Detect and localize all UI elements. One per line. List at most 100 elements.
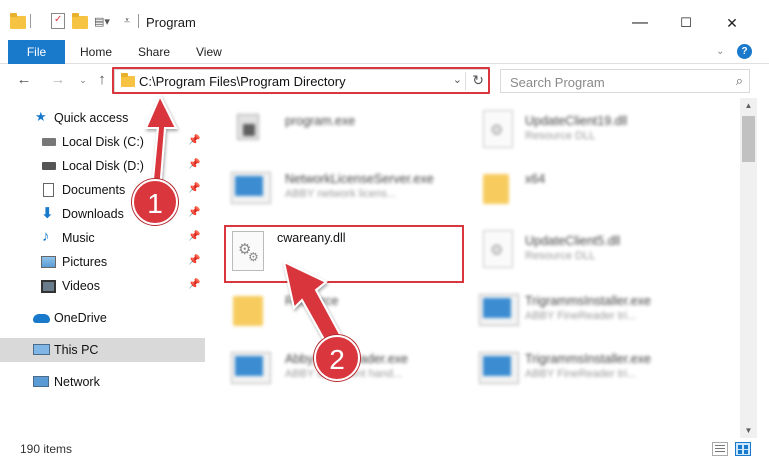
details-view-icon[interactable] (712, 442, 728, 456)
file-description: Resource DLL (525, 130, 596, 142)
tab-share[interactable]: Share (138, 40, 170, 64)
tab-home[interactable]: Home (80, 40, 112, 64)
nav-label: Pictures (62, 255, 108, 269)
file-item[interactable]: Resource (205, 282, 455, 338)
gear-icon: ⚙ (490, 242, 504, 259)
pin-icon[interactable]: 📌 (188, 279, 200, 290)
file-name: UpdateClient5.dll (525, 234, 621, 248)
nav-item-pictures[interactable]: Pictures 📌 (0, 250, 205, 274)
help-icon[interactable]: ? (737, 44, 752, 59)
exe-icon (231, 352, 271, 384)
nav-item-local-disk-d[interactable]: Local Disk (D:) 📌 (0, 154, 205, 178)
star-icon: ★ (35, 109, 47, 124)
quick-access-dropdown-icon[interactable]: ⩡ (124, 15, 130, 35)
drive-icon (42, 138, 56, 146)
vertical-scrollbar[interactable]: ▲ ▼ (740, 98, 757, 438)
nav-item-quick-access[interactable]: ★ Quick access (0, 106, 205, 130)
search-box[interactable]: Search Program ⌕ (500, 69, 750, 93)
nav-item-network[interactable]: Network (0, 370, 205, 394)
pin-icon[interactable]: 📌 (188, 183, 200, 194)
nav-label: Music (62, 231, 95, 245)
computer-icon (33, 344, 50, 355)
pin-icon[interactable]: 📌 (188, 231, 200, 242)
status-bar: 190 items (0, 438, 769, 460)
file-name: program.exe (285, 114, 356, 128)
tab-view[interactable]: View (196, 40, 222, 64)
forward-arrow-icon[interactable]: → (48, 70, 68, 90)
pin-icon[interactable]: 📌 (188, 135, 200, 146)
customize-icon[interactable]: ▤▾ (94, 15, 110, 35)
scroll-down-icon[interactable]: ▼ (740, 426, 757, 435)
pin-icon[interactable]: 📌 (188, 255, 200, 266)
file-item[interactable]: ⚙ UpdateClient5.dll Resource DLL (465, 222, 715, 278)
file-item[interactable]: x64 (465, 160, 715, 216)
file-name: x64 (525, 172, 546, 186)
file-item[interactable]: program.exe (205, 102, 455, 158)
dll-file-icon: ⚙ (483, 230, 513, 268)
drive-icon (42, 162, 56, 170)
nav-item-local-disk-c[interactable]: Local Disk (C:) 📌 (0, 130, 205, 154)
tab-file[interactable]: File (8, 40, 65, 64)
music-icon: ♪ (42, 228, 50, 245)
folder-icon (483, 174, 509, 204)
expand-ribbon-icon[interactable]: ⌄ (716, 40, 724, 64)
separator (138, 14, 139, 28)
search-icon[interactable]: ⌕ (736, 73, 743, 89)
file-name: Resource (285, 294, 339, 308)
network-icon (33, 376, 49, 387)
minimize-button[interactable]: — (617, 10, 663, 36)
nav-label: Network (54, 375, 100, 389)
file-description: Resource DLL (525, 250, 596, 262)
new-folder-icon[interactable] (72, 12, 88, 32)
nav-label: Local Disk (C:) (62, 135, 144, 149)
large-icons-view-icon[interactable] (735, 442, 751, 456)
file-name: TrigrammsInstaller.exe (525, 352, 651, 366)
videos-icon (41, 280, 56, 293)
file-name: NetworkLicenseServer.exe (285, 172, 434, 186)
back-arrow-icon[interactable]: ← (14, 70, 34, 90)
exe-icon (479, 352, 519, 384)
search-placeholder: Search Program (510, 75, 605, 90)
file-item[interactable]: ⚙ UpdateClient19.dll Resource DLL (465, 102, 715, 158)
ribbon: File Home Share View ⌄ ? (0, 40, 769, 64)
exe-icon (479, 294, 519, 326)
nav-item-onedrive[interactable]: OneDrive (0, 306, 205, 330)
file-name: UpdateClient19.dll (525, 114, 628, 128)
file-name: TrigrammsInstaller.exe (525, 294, 651, 308)
properties-icon[interactable]: ✓ (51, 13, 65, 29)
title-bar: ✓ ▤▾ ⩡ Program — ☐ ✕ (0, 0, 769, 40)
pictures-icon (41, 256, 56, 268)
close-button[interactable]: ✕ (709, 10, 755, 36)
nav-label: OneDrive (54, 311, 107, 325)
pin-icon[interactable]: 📌 (188, 207, 200, 218)
navigation-pane: ★ Quick access Local Disk (C:) 📌 Local D… (0, 98, 205, 438)
nav-label: Local Disk (D:) (62, 159, 144, 173)
exe-icon (233, 110, 263, 146)
file-description: ABBY network licens... (285, 188, 397, 200)
callout-badge-2: 2 (314, 335, 360, 381)
exe-icon (231, 172, 271, 204)
file-highlight-box (224, 225, 464, 283)
recent-dropdown-icon[interactable]: ⌄ (73, 70, 93, 90)
nav-label: Quick access (54, 111, 129, 125)
file-item[interactable]: TrigrammsInstaller.exe ABBY FineReader t… (465, 340, 715, 396)
item-count: 190 items (20, 442, 73, 456)
pin-icon[interactable]: 📌 (188, 159, 200, 170)
nav-item-videos[interactable]: Videos 📌 (0, 274, 205, 298)
folder-icon (10, 12, 26, 32)
file-description: ABBY FineReader tri... (525, 310, 637, 322)
file-item[interactable]: NetworkLicenseServer.exe ABBY network li… (205, 160, 455, 216)
up-arrow-icon[interactable]: ↑ (92, 70, 112, 90)
nav-item-this-pc[interactable]: This PC (0, 338, 205, 362)
file-item[interactable]: TrigrammsInstaller.exe ABBY FineReader t… (465, 282, 715, 338)
documents-icon (43, 183, 54, 197)
file-description: ABBY FineReader tri... (525, 368, 637, 380)
separator (30, 14, 31, 28)
scroll-up-icon[interactable]: ▲ (740, 101, 757, 110)
maximize-button[interactable]: ☐ (663, 10, 709, 36)
window-title: Program (146, 15, 196, 30)
nav-item-music[interactable]: ♪ Music 📌 (0, 226, 205, 250)
scrollbar-thumb[interactable] (742, 116, 755, 162)
dll-file-icon: ⚙ (483, 110, 513, 148)
cloud-icon (33, 314, 50, 323)
